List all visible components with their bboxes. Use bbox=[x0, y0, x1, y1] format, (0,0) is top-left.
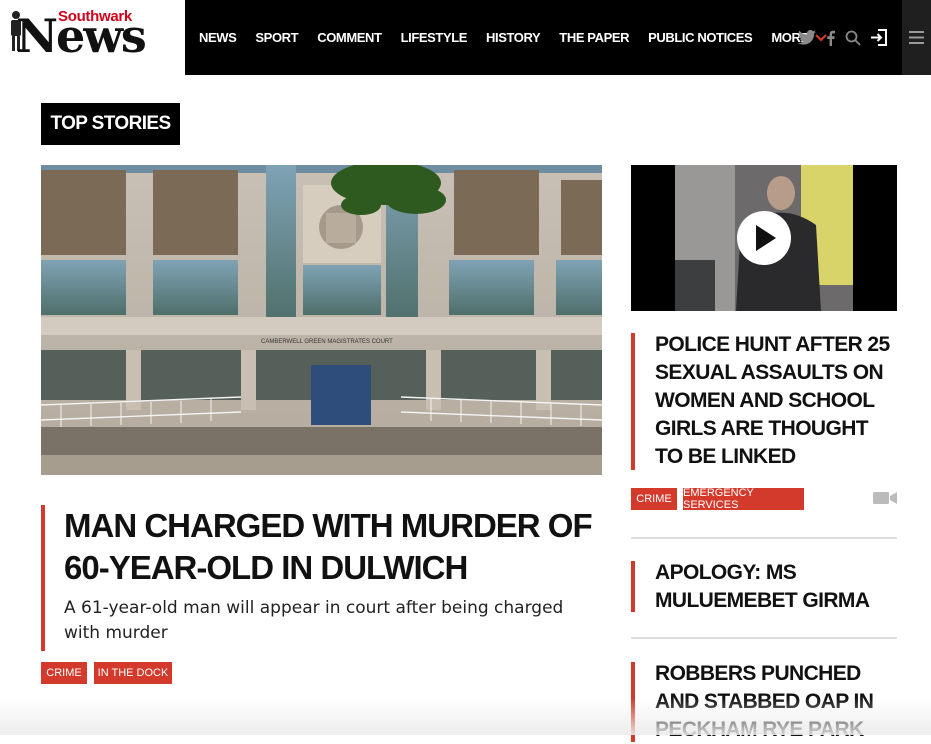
nav-public-notices[interactable]: PUBLIC NOTICES bbox=[648, 30, 753, 45]
main-nav: NEWS SPORT COMMENT LIFESTYLE HISTORY THE… bbox=[199, 0, 846, 75]
video-camera-icon bbox=[873, 492, 897, 504]
hamburger-icon bbox=[909, 31, 924, 44]
side-story-1-accent bbox=[631, 333, 635, 470]
search-icon[interactable] bbox=[845, 30, 861, 46]
sign-in-icon[interactable] bbox=[870, 29, 887, 46]
scroll-fade-overlay bbox=[0, 698, 931, 735]
main-story-image[interactable]: CAMBERWELL GREEN MAGISTRATES COURT bbox=[41, 165, 602, 475]
nav-lifestyle[interactable]: LIFESTYLE bbox=[401, 30, 468, 45]
nav-history[interactable]: HISTORY bbox=[486, 30, 541, 45]
site-header: Southwark News NEWS SPORT COMMENT LIFEST… bbox=[0, 0, 931, 75]
side-story-video-thumbnail[interactable] bbox=[631, 165, 897, 311]
hamburger-menu-button[interactable] bbox=[902, 0, 931, 75]
divider bbox=[631, 537, 897, 539]
courthouse-sign: CAMBERWELL GREEN MAGISTRATES COURT bbox=[261, 339, 393, 345]
side-story-2-headline[interactable]: APOLOGY: MS MULUEMEBET GIRMA bbox=[655, 559, 891, 615]
divider bbox=[631, 637, 897, 639]
cctv-still bbox=[631, 165, 897, 311]
twitter-icon[interactable] bbox=[798, 30, 816, 45]
facebook-icon[interactable] bbox=[826, 30, 835, 46]
nav-comment[interactable]: COMMENT bbox=[317, 30, 382, 45]
main-story-accent-bar bbox=[41, 505, 45, 651]
logo-text-news: News bbox=[16, 9, 147, 63]
tag-emergency-services[interactable]: EMERGENCY SERVICES bbox=[683, 487, 804, 511]
main-story-standfirst: A 61-year-old man will appear in court a… bbox=[64, 598, 564, 643]
side-story-2-accent bbox=[631, 561, 635, 612]
side-story-1-headline[interactable]: POLICE HUNT AFTER 25 SEXUAL ASSAULTS ON … bbox=[655, 331, 891, 471]
nav-news[interactable]: NEWS bbox=[199, 30, 237, 45]
tag-in-the-dock[interactable]: IN THE DOCK bbox=[94, 662, 172, 684]
tag-crime[interactable]: CRIME bbox=[41, 662, 87, 684]
courthouse-photo: CAMBERWELL GREEN MAGISTRATES COURT bbox=[41, 165, 602, 475]
section-title: TOP STORIES bbox=[41, 103, 180, 145]
site-logo[interactable]: Southwark News bbox=[0, 0, 185, 75]
nav-the-paper[interactable]: THE PAPER bbox=[559, 30, 629, 45]
tag-crime[interactable]: CRIME bbox=[631, 488, 677, 510]
social-links bbox=[798, 0, 887, 75]
nav-sport[interactable]: SPORT bbox=[255, 30, 298, 45]
main-story-headline[interactable]: MAN CHARGED WITH MURDER OF 60-YEAR-OLD I… bbox=[64, 505, 604, 589]
